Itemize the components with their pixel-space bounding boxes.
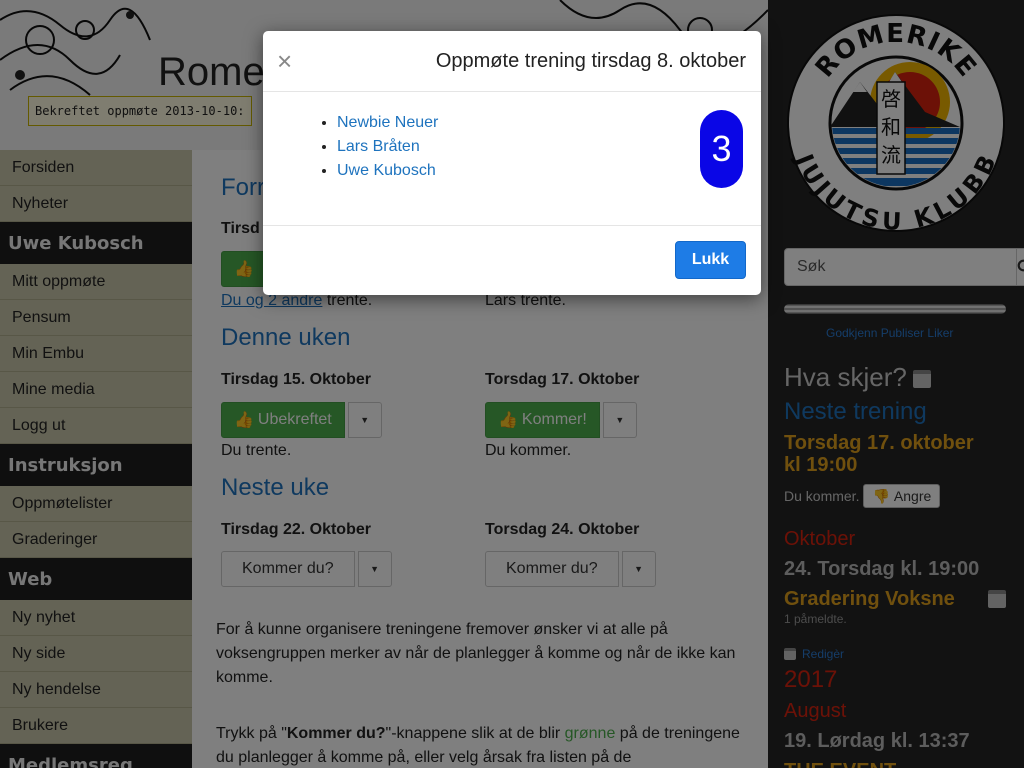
modal-header: × Oppmøte trening tirsdag 8. oktober: [263, 31, 761, 92]
attendance-modal: × Oppmøte trening tirsdag 8. oktober New…: [263, 31, 761, 295]
modal-footer: Lukk: [263, 226, 761, 294]
list-item: Newbie Neuer: [337, 111, 438, 135]
attendee-list: Newbie Neuer Lars Bråten Uwe Kubosch: [337, 111, 438, 183]
attendee-link[interactable]: Uwe Kubosch: [337, 162, 436, 179]
attendee-link[interactable]: Lars Bråten: [337, 138, 420, 155]
modal-title: Oppmøte trening tirsdag 8. oktober: [435, 50, 746, 72]
list-item: Lars Bråten: [337, 135, 438, 159]
close-button[interactable]: Lukk: [675, 241, 746, 279]
list-item: Uwe Kubosch: [337, 159, 438, 183]
close-icon[interactable]: ×: [277, 47, 292, 75]
attendee-count-badge: 3: [700, 110, 743, 188]
modal-body: Newbie Neuer Lars Bråten Uwe Kubosch 3: [263, 92, 761, 226]
attendee-link[interactable]: Newbie Neuer: [337, 114, 438, 131]
